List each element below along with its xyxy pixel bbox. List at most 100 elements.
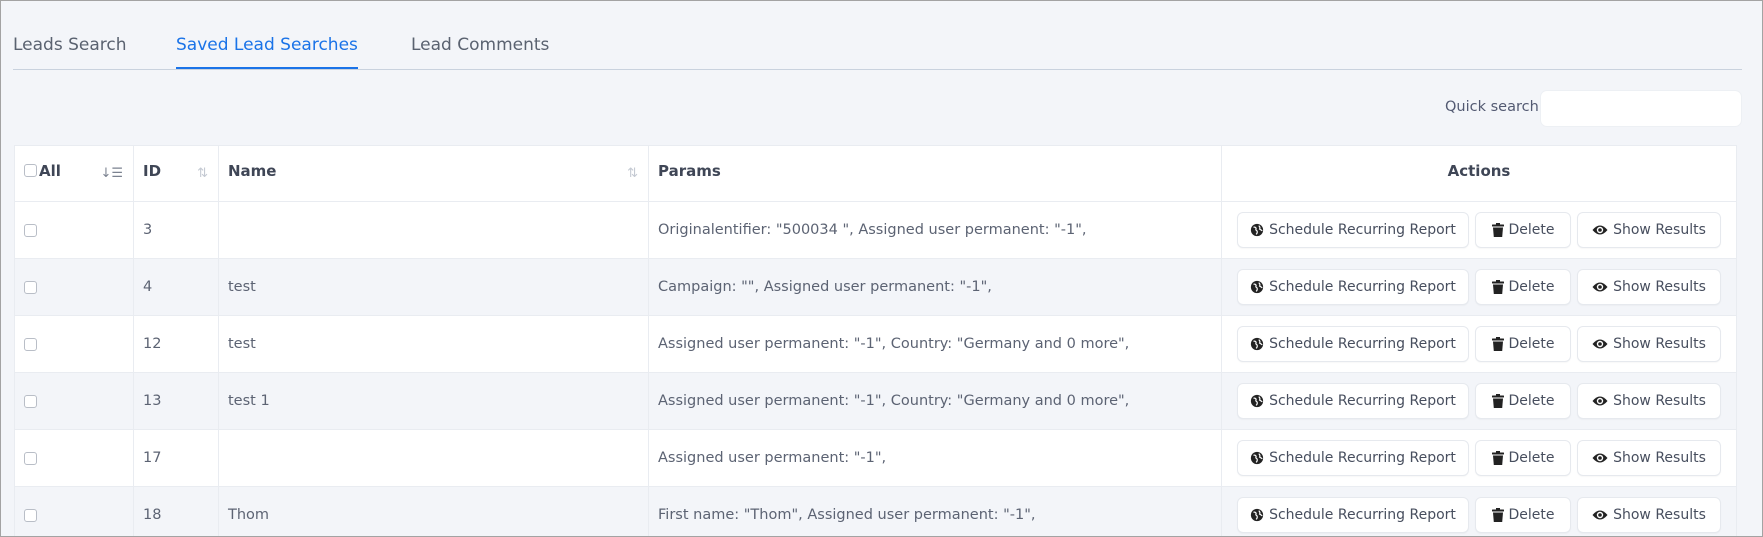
schedule-recurring-report-button[interactable]: Schedule Recurring Report [1237,326,1469,362]
tab-bar: Leads Search Saved Lead Searches Lead Co… [13,26,1742,70]
row-checkbox[interactable] [24,394,37,408]
show-results-button-label: Show Results [1613,222,1706,238]
row-name: test 1 [218,372,649,430]
globe-icon [1250,280,1264,294]
show-results-button[interactable]: Show Results [1577,326,1721,362]
globe-icon [1250,508,1264,522]
row-actions: Schedule Recurring Report Delete Show Re… [1221,315,1737,373]
eye-icon [1592,509,1608,521]
delete-button-label: Delete [1508,336,1555,352]
tab-saved-lead-searches[interactable]: Saved Lead Searches [176,26,358,69]
delete-button[interactable]: Delete [1475,497,1571,533]
table-header-row: All ↓☰ ID ⇅ Name ⇅ Params Actions [14,145,1737,202]
show-results-button-label: Show Results [1613,450,1706,466]
quick-search-input[interactable] [1541,91,1741,126]
show-results-button-label: Show Results [1613,393,1706,409]
row-params: First name: "Thom", Assigned user perman… [648,486,1222,536]
row-name: Thom [218,486,649,536]
delete-button-label: Delete [1508,393,1555,409]
row-select-cell [14,372,134,430]
sort-icon[interactable]: ⇅ [197,166,208,181]
trash-icon [1491,451,1504,465]
select-all-label: All [39,162,61,180]
schedule-recurring-report-button[interactable]: Schedule Recurring Report [1237,269,1469,305]
saved-searches-table: All ↓☰ ID ⇅ Name ⇅ Params Actions 3 Orig… [14,145,1737,536]
sort-descending-icon[interactable]: ↓☰ [100,166,123,181]
row-id: 3 [133,201,219,259]
row-params: Assigned user permanent: "-1", Country: … [648,315,1222,373]
schedule-button-label: Schedule Recurring Report [1269,450,1456,466]
schedule-recurring-report-button[interactable]: Schedule Recurring Report [1237,383,1469,419]
row-id: 4 [133,258,219,316]
quick-search-label: Quick search: [1445,99,1544,115]
show-results-button[interactable]: Show Results [1577,440,1721,476]
trash-icon [1491,508,1504,522]
show-results-button[interactable]: Show Results [1577,497,1721,533]
show-results-button-label: Show Results [1613,336,1706,352]
row-params: Assigned user permanent: "-1", Country: … [648,372,1222,430]
delete-button[interactable]: Delete [1475,326,1571,362]
row-checkbox[interactable] [24,223,37,237]
tab-leads-search[interactable]: Leads Search [13,26,127,68]
globe-icon [1250,451,1264,465]
trash-icon [1491,280,1504,294]
row-actions: Schedule Recurring Report Delete Show Re… [1221,201,1737,259]
row-id: 13 [133,372,219,430]
header-select-all[interactable]: All ↓☰ [14,145,134,202]
row-checkbox[interactable] [24,508,37,522]
saved-lead-searches-page: Leads Search Saved Lead Searches Lead Co… [0,0,1763,537]
trash-icon [1491,337,1504,351]
eye-icon [1592,452,1608,464]
header-actions: Actions [1221,145,1737,202]
delete-button-label: Delete [1508,222,1555,238]
row-checkbox[interactable] [24,280,37,294]
trash-icon [1491,223,1504,237]
header-id-label: ID [143,162,162,180]
schedule-button-label: Schedule Recurring Report [1269,393,1456,409]
eye-icon [1592,281,1608,293]
show-results-button[interactable]: Show Results [1577,269,1721,305]
row-checkbox[interactable] [24,337,37,351]
table-row: 12 test Assigned user permanent: "-1", C… [14,315,1737,373]
eye-icon [1592,395,1608,407]
delete-button[interactable]: Delete [1475,269,1571,305]
schedule-button-label: Schedule Recurring Report [1269,222,1456,238]
show-results-button[interactable]: Show Results [1577,212,1721,248]
row-params: Assigned user permanent: "-1", [648,429,1222,487]
schedule-button-label: Schedule Recurring Report [1269,279,1456,295]
globe-icon [1250,223,1264,237]
show-results-button-label: Show Results [1613,279,1706,295]
row-name [218,201,649,259]
schedule-recurring-report-button[interactable]: Schedule Recurring Report [1237,212,1469,248]
row-actions: Schedule Recurring Report Delete Show Re… [1221,486,1737,536]
delete-button-label: Delete [1508,279,1555,295]
row-id: 12 [133,315,219,373]
row-name: test [218,258,649,316]
show-results-button[interactable]: Show Results [1577,383,1721,419]
eye-icon [1592,224,1608,236]
header-name[interactable]: Name ⇅ [218,145,649,202]
row-select-cell [14,258,134,316]
trash-icon [1491,394,1504,408]
row-checkbox[interactable] [24,451,37,465]
row-actions: Schedule Recurring Report Delete Show Re… [1221,429,1737,487]
globe-icon [1250,337,1264,351]
delete-button[interactable]: Delete [1475,383,1571,419]
schedule-recurring-report-button[interactable]: Schedule Recurring Report [1237,497,1469,533]
sort-icon[interactable]: ⇅ [627,166,638,181]
row-actions: Schedule Recurring Report Delete Show Re… [1221,258,1737,316]
row-params: Campaign: "", Assigned user permanent: "… [648,258,1222,316]
select-all-checkbox[interactable] [24,163,37,177]
header-id[interactable]: ID ⇅ [133,145,219,202]
delete-button[interactable]: Delete [1475,212,1571,248]
eye-icon [1592,338,1608,350]
table-row: 4 test Campaign: "", Assigned user perma… [14,258,1737,316]
header-params-label: Params [658,162,721,180]
schedule-recurring-report-button[interactable]: Schedule Recurring Report [1237,440,1469,476]
show-results-button-label: Show Results [1613,507,1706,523]
delete-button-label: Delete [1508,507,1555,523]
row-select-cell [14,429,134,487]
delete-button[interactable]: Delete [1475,440,1571,476]
tab-lead-comments[interactable]: Lead Comments [411,26,549,68]
table-row: 13 test 1 Assigned user permanent: "-1",… [14,372,1737,430]
